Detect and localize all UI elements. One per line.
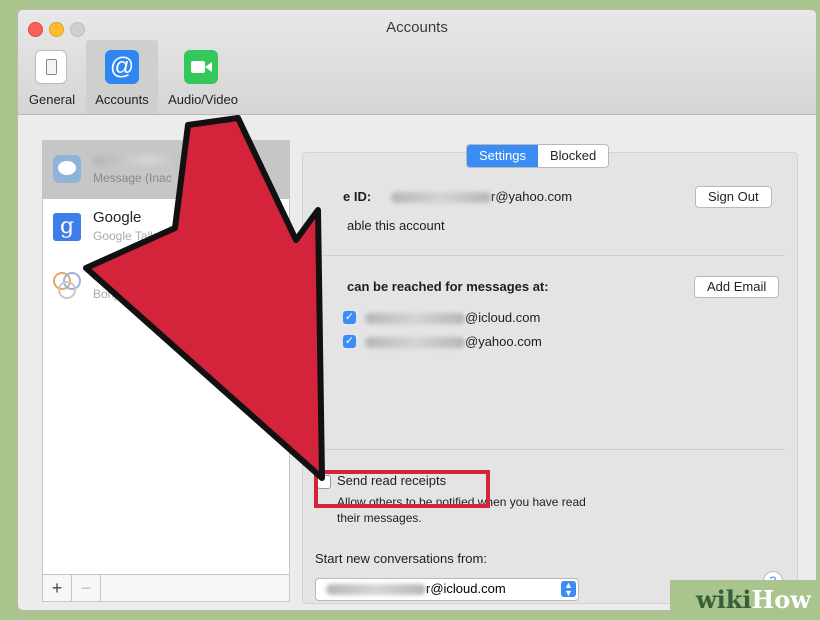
divider xyxy=(315,255,785,256)
add-account-button[interactable]: + xyxy=(43,575,72,601)
add-email-button[interactable]: Add Email xyxy=(694,276,780,298)
toolbar-general[interactable]: General xyxy=(22,40,82,114)
account-name: Bonjo xyxy=(93,267,132,284)
at-sign-icon: @ xyxy=(105,50,139,84)
toolbar-audio-video[interactable]: Audio/Video xyxy=(160,40,246,114)
toolbar-accounts-label: Accounts xyxy=(95,92,149,107)
video-camera-icon xyxy=(184,50,218,84)
switch-icon xyxy=(35,50,67,84)
account-name: Google xyxy=(93,209,142,226)
title-bar: Accounts General @ Accounts Audio/Video xyxy=(18,10,816,115)
toolbar-general-label: General xyxy=(28,92,76,107)
window-title: Accounts xyxy=(386,19,448,36)
read-receipts-description: their messages. xyxy=(337,511,422,525)
account-settings-panel: Settings Blocked e ID: r@yahoo.com Sign … xyxy=(302,144,798,604)
toolbar-audio-video-label: Audio/Video xyxy=(168,92,238,107)
tab-settings[interactable]: Settings xyxy=(467,145,538,167)
remove-account-button[interactable]: − xyxy=(72,575,101,601)
start-conversations-select[interactable]: r@icloud.com ▲ ▼ xyxy=(315,578,579,601)
account-item-bonjour[interactable]: Bonjo Bonjour ( xyxy=(43,257,289,315)
account-item-messages[interactable]: …oo... Message (Inac xyxy=(43,141,289,199)
enable-account-label: able this account xyxy=(347,218,445,233)
sign-out-button[interactable]: Sign Out xyxy=(695,186,772,208)
bonjour-icon xyxy=(51,269,83,301)
sidebar-footer: + − xyxy=(43,574,289,601)
settings-segmented-control: Settings Blocked xyxy=(466,144,610,168)
apple-id-label: e ID: xyxy=(343,189,372,204)
google-g-icon: g xyxy=(53,213,81,241)
address-checkbox[interactable]: ✓ xyxy=(343,311,356,324)
reach-heading: can be reached for messages at: xyxy=(347,279,549,294)
start-conversations-value: r@icloud.com xyxy=(426,581,506,596)
read-receipts-highlight xyxy=(314,470,490,508)
wikihow-logo: wikiHow xyxy=(670,580,820,620)
account-item-google[interactable]: g Google Google Talk xyxy=(43,199,289,257)
chevron-updown-icon: ▲ ▼ xyxy=(561,581,576,598)
preferences-window: Accounts General @ Accounts Audio/Video xyxy=(18,10,816,610)
account-name: …oo... xyxy=(93,151,251,168)
address-icloud: @icloud.com xyxy=(365,310,540,325)
messages-bubble-icon xyxy=(53,155,81,183)
account-subtitle: Message (Inac xyxy=(93,171,172,185)
tab-blocked[interactable]: Blocked xyxy=(538,145,608,167)
toolbar-accounts[interactable]: @ Accounts xyxy=(86,40,158,114)
account-subtitle: Google Talk xyxy=(93,229,157,243)
start-conversations-label: Start new conversations from: xyxy=(315,551,487,566)
accounts-list: …oo... Message (Inac g Google Google Tal… xyxy=(42,140,290,602)
address-yahoo: @yahoo.com xyxy=(365,334,542,349)
apple-id-value: r@yahoo.com xyxy=(391,189,572,204)
divider xyxy=(315,449,785,450)
account-subtitle: Bonjour ( xyxy=(93,287,142,301)
address-checkbox[interactable]: ✓ xyxy=(343,335,356,348)
